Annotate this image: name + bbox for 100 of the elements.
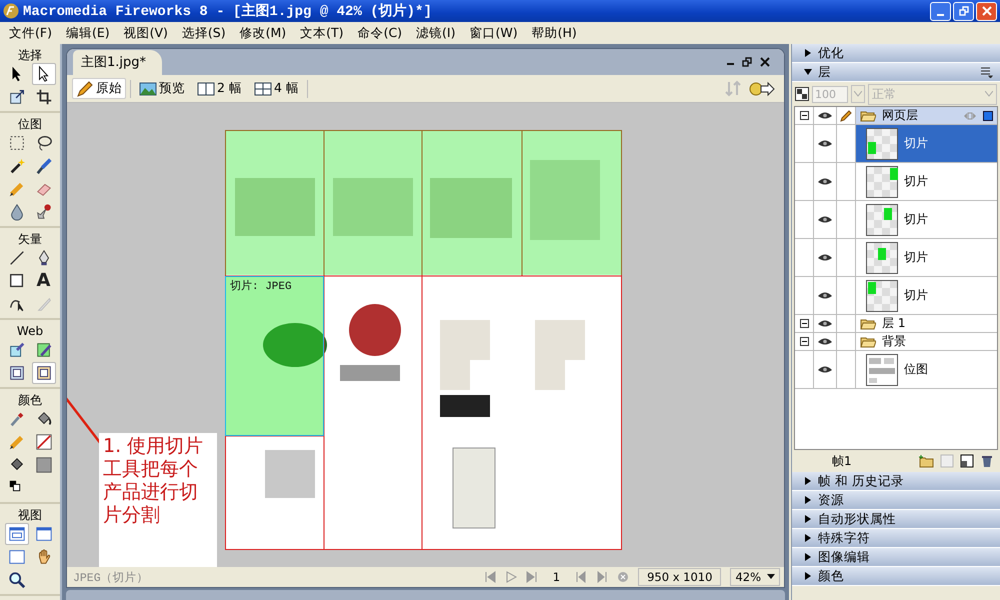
close-button[interactable] <box>976 2 997 20</box>
panel-menu-icon[interactable] <box>980 66 994 78</box>
slice-icon <box>34 341 52 359</box>
layer-row[interactable]: 位图 <box>795 351 997 389</box>
menu-item[interactable]: 滤镜(I) <box>409 24 462 42</box>
layer-row[interactable]: 切片 <box>795 239 997 277</box>
close-icon[interactable] <box>760 57 770 67</box>
pencil-icon <box>8 180 26 198</box>
panel-header[interactable]: 层 <box>792 63 1000 82</box>
eye-icon[interactable] <box>817 215 833 224</box>
menu-item[interactable]: 修改(M) <box>232 24 294 42</box>
standard-mode-icon <box>8 525 26 543</box>
view-tab[interactable]: 预览 <box>135 78 189 99</box>
view-tab[interactable]: 2 幅 <box>193 78 246 99</box>
menu-fullscreen-icon <box>34 525 52 543</box>
slice-overlay[interactable] <box>225 130 324 275</box>
new-layer-icon[interactable] <box>960 454 974 468</box>
fill-swatch-icon <box>34 456 52 474</box>
panel-header[interactable]: 图像编辑 <box>792 548 1000 567</box>
minimize-button[interactable] <box>930 2 951 20</box>
view-tab[interactable]: 4 幅 <box>250 78 303 99</box>
restore-icon <box>958 6 968 16</box>
view-tab[interactable]: 原始 <box>72 78 126 99</box>
tool-group-title: 选择 <box>18 47 42 63</box>
pencil-icon[interactable] <box>840 110 852 122</box>
collapse-icon[interactable] <box>800 111 808 120</box>
layer-row[interactable]: 层 1 <box>795 315 997 333</box>
panel-header[interactable]: 特殊字符 <box>792 529 1000 548</box>
zoom-dropdown[interactable]: 42% <box>730 568 780 586</box>
brush-icon <box>34 157 52 175</box>
slice-thumbnail <box>866 280 898 312</box>
marquee-icon <box>8 134 26 152</box>
menu-item[interactable]: 命令(C) <box>350 24 410 42</box>
slice-overlay[interactable]: 切片: JPEG <box>225 276 324 436</box>
trash-icon[interactable] <box>980 454 994 468</box>
slice-overlay[interactable] <box>522 130 622 275</box>
annotation-text: 1. 使用切片工具把每个产品进行切片分割 <box>103 435 204 527</box>
eye-icon[interactable] <box>817 253 833 262</box>
layer-name: 背景 <box>882 333 906 350</box>
menu-item[interactable]: 帮助(H) <box>524 24 584 42</box>
layer-name: 切片 <box>904 249 928 266</box>
eye-icon[interactable] <box>817 139 833 148</box>
checker-icon <box>795 87 809 101</box>
menu-item[interactable]: 选择(S) <box>174 24 233 42</box>
slice-label: 切片: JPEG <box>230 279 292 293</box>
eye-icon[interactable] <box>817 111 833 120</box>
tool-button[interactable] <box>32 63 56 85</box>
eye-icon[interactable] <box>817 177 833 186</box>
menu-item[interactable]: 文本(T) <box>293 24 351 42</box>
collapse-icon[interactable] <box>800 319 808 328</box>
panel-header[interactable]: 颜色 <box>792 567 1000 586</box>
pencil-icon <box>8 433 26 451</box>
panel-header[interactable]: 帧 和 历史记录 <box>792 472 1000 491</box>
panel-header[interactable]: 自动形状属性 <box>792 510 1000 529</box>
collapse-icon[interactable] <box>800 337 808 346</box>
fullscreen-icon <box>8 548 26 566</box>
app-logo-icon <box>3 3 19 19</box>
layer-row[interactable]: 切片 <box>795 277 997 315</box>
window-title: Macromedia Fireworks 8 - [主图1.jpg @ 42% (切片)*] <box>23 2 432 20</box>
caret-icon <box>985 91 993 97</box>
tool-button[interactable]: A <box>32 270 56 292</box>
menu-item[interactable]: 文件(F) <box>2 24 59 42</box>
eye-icon[interactable] <box>817 319 833 328</box>
restore-icon[interactable] <box>742 57 752 67</box>
slice-thumbnail <box>866 242 898 274</box>
status-text: JPEG（切片） <box>73 570 149 584</box>
hotspot-icon <box>8 341 26 359</box>
folder-icon <box>860 110 876 122</box>
canvas-size: 950 x 1010 <box>638 568 722 586</box>
menu-item[interactable]: 编辑(E) <box>58 24 117 42</box>
panel-header[interactable]: 优化 <box>792 44 1000 63</box>
eye-icon[interactable] <box>817 365 833 374</box>
restore-button[interactable] <box>953 2 974 20</box>
layer-name: 层 1 <box>882 315 906 332</box>
landscape-icon <box>139 80 157 96</box>
layer-name: 位图 <box>904 361 928 378</box>
two-up-icon <box>197 80 215 96</box>
layer-row[interactable]: 切片 <box>795 201 997 239</box>
document-tab[interactable]: 主图1.jpg* <box>73 50 162 75</box>
eye-icon[interactable] <box>817 337 833 346</box>
stroke-swatch-icon <box>34 433 52 451</box>
rectangle-icon <box>8 272 26 290</box>
new-folder-icon[interactable] <box>918 454 934 468</box>
frame-label: 帧1 <box>832 452 852 470</box>
pencil-icon <box>76 80 94 96</box>
hide-slices-icon <box>8 364 26 382</box>
tool-button[interactable] <box>32 362 56 384</box>
menu-item[interactable]: 视图(V) <box>116 24 175 42</box>
eye-icon[interactable] <box>817 291 833 300</box>
layer-color-icon <box>983 110 993 120</box>
menu-item[interactable]: 窗口(W) <box>462 24 525 42</box>
bitmap-thumbnail <box>866 354 898 386</box>
layer-row[interactable]: 背景 <box>795 333 997 351</box>
frame-number: 1 <box>552 570 562 584</box>
folder-icon <box>860 336 876 348</box>
key-arrow-icon[interactable] <box>748 80 776 98</box>
panel-header[interactable]: 资源 <box>792 491 1000 510</box>
layer-name: 切片 <box>904 135 928 152</box>
layer-row[interactable]: 切片 <box>795 163 997 201</box>
tool-group-title: 矢量 <box>18 231 42 247</box>
